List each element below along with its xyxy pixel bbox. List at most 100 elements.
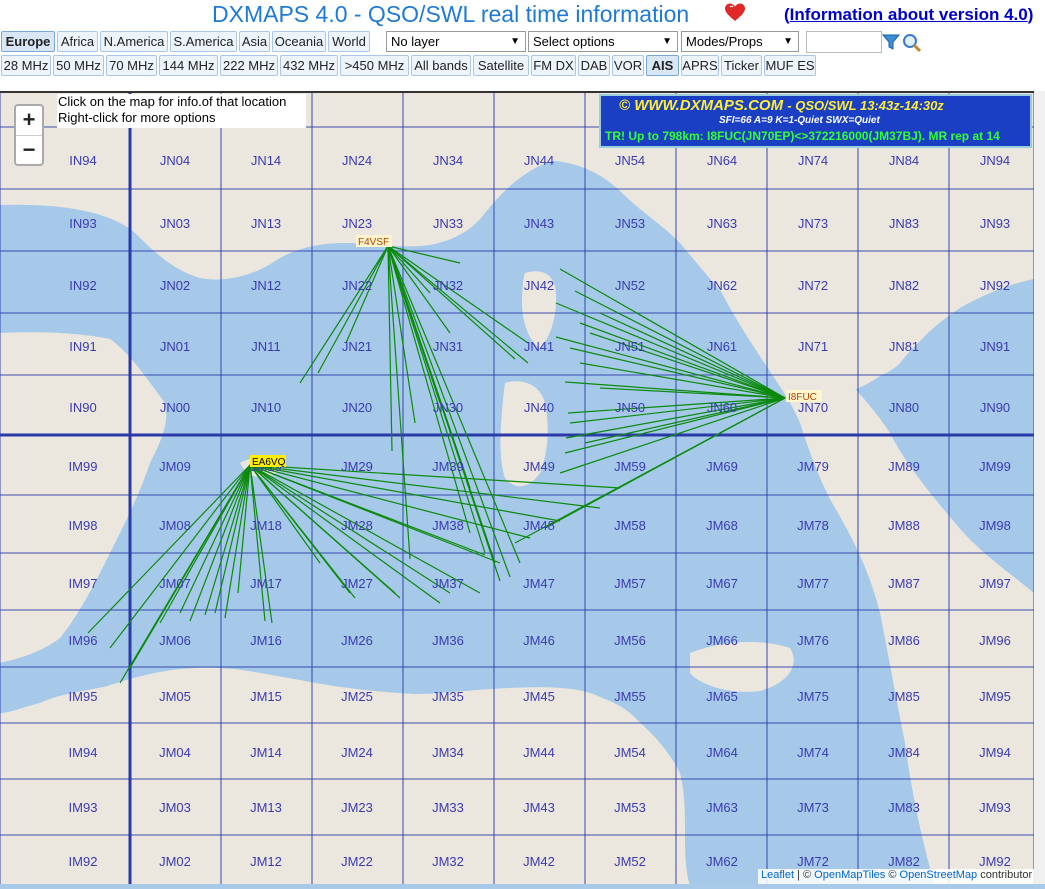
grid-label: JM42 (523, 854, 555, 869)
grid-label: JN53 (615, 216, 645, 231)
grid-label: JM17 (250, 576, 282, 591)
region-tab-south-america[interactable]: S.America (170, 31, 237, 52)
search-icon[interactable] (901, 32, 923, 54)
grid-label: JM09 (159, 459, 191, 474)
grid-label: JN73 (798, 216, 828, 231)
band-tab-222mhz[interactable]: 222 MHz (220, 55, 278, 76)
svg-text:I8FUC: I8FUC (788, 392, 817, 403)
zoom-in-button[interactable]: + (16, 106, 42, 136)
grid-label: JM02 (159, 854, 191, 869)
grid-label: JM04 (159, 745, 191, 760)
grid-label: JN30 (433, 400, 463, 415)
grid-label: JM82 (888, 854, 920, 869)
chevron-down-icon: ▼ (783, 36, 793, 47)
grid-label: JM48 (523, 518, 555, 533)
map-svg[interactable]: IN94 JN04 JN14 JN24 JN34 JN44 JN54 JN64 JN74 JN84… (0, 93, 1034, 886)
zoom-control: + − (14, 104, 44, 166)
grid-label: JN24 (342, 153, 372, 168)
grid-label: JM52 (614, 854, 646, 869)
grid-label: JM38 (432, 518, 464, 533)
grid-label: JN13 (251, 216, 281, 231)
page-scrollbar[interactable] (1034, 91, 1045, 884)
grid-label: IM93 (69, 800, 98, 815)
grid-label: JM32 (432, 854, 464, 869)
grid-label: JM23 (341, 800, 373, 815)
band-tab-aprs[interactable]: APRS (681, 55, 719, 76)
grid-label: IM95 (69, 689, 98, 704)
options-select[interactable]: Select options ▼ (528, 31, 678, 52)
grid-label: JM68 (706, 518, 738, 533)
callsign-search-input[interactable] (806, 31, 882, 53)
station-marker: EA6VQ (250, 455, 286, 468)
grid-label: JM85 (888, 689, 920, 704)
station-marker: F4VSF (356, 235, 392, 248)
grid-label: JN80 (889, 400, 919, 415)
grid-label: JN10 (251, 400, 281, 415)
title-row: DXMAPS 4.0 - QSO/SWL real time informati… (0, 0, 1045, 30)
map-canvas[interactable]: IN94 JN04 JN14 JN24 JN34 JN44 JN54 JN64 JN74 JN84… (0, 91, 1034, 886)
band-tab-all[interactable]: All bands (411, 55, 471, 76)
chevron-down-icon: ▼ (662, 36, 672, 47)
grid-label: IN91 (69, 339, 96, 354)
grid-label: IN90 (69, 400, 96, 415)
band-tab-ticker[interactable]: Ticker (721, 55, 762, 76)
heart-icon[interactable] (724, 2, 746, 24)
grid-label: JN00 (160, 400, 190, 415)
leaflet-link[interactable]: Leaflet (761, 869, 794, 881)
filter-icon[interactable] (881, 32, 901, 52)
openmaptiles-link[interactable]: OpenMapTiles (814, 869, 885, 881)
grid-label: JM47 (523, 576, 555, 591)
map-hint: Click on the map for info.of that locati… (57, 94, 306, 128)
dxmaps-banner: © WWW.DXMAPS.COM - QSO/SWL 13:43z-14:30z… (599, 94, 1032, 148)
grid-label: JN52 (615, 278, 645, 293)
band-tab-muf-es[interactable]: MUF ES (764, 55, 816, 76)
grid-label: JN51 (615, 339, 645, 354)
grid-label: JN14 (251, 153, 281, 168)
grid-label: JM27 (341, 576, 373, 591)
region-tab-world[interactable]: World (328, 31, 370, 52)
band-tab-satellite[interactable]: Satellite (473, 55, 529, 76)
modes-select[interactable]: Modes/Props ▼ (681, 31, 799, 52)
grid-label: JM03 (159, 800, 191, 815)
grid-label: JN63 (707, 216, 737, 231)
band-tab-vor[interactable]: VOR (612, 55, 644, 76)
layer-select[interactable]: No layer ▼ (386, 31, 526, 52)
bottom-strip (0, 884, 1045, 889)
banner-ticker: TR! Up to 798km: I8FUC(JN70EP)<>37221600… (605, 129, 1000, 143)
band-tab-50mhz[interactable]: 50 MHz (53, 55, 104, 76)
map-attribution: Leaflet | © OpenMapTiles © OpenStreetMap… (758, 869, 1036, 885)
grid-label: JN94 (980, 153, 1010, 168)
grid-label: JM13 (250, 800, 282, 815)
band-tab-dab[interactable]: DAB (578, 55, 610, 76)
band-tab-144mhz[interactable]: 144 MHz (159, 55, 218, 76)
region-tab-asia[interactable]: Asia (239, 31, 270, 52)
grid-label: JN83 (889, 216, 919, 231)
grid-label: JM98 (979, 518, 1011, 533)
zoom-out-button[interactable]: − (16, 136, 42, 165)
grid-label: JM73 (797, 800, 829, 815)
band-tab-28mhz[interactable]: 28 MHz (1, 55, 51, 76)
band-tab-ais[interactable]: AIS (646, 55, 679, 76)
grid-label: IM96 (69, 633, 98, 648)
band-tab-432mhz[interactable]: 432 MHz (280, 55, 338, 76)
region-tab-oceania[interactable]: Oceania (272, 31, 326, 52)
grid-label: JM44 (523, 745, 555, 760)
grid-label: JM89 (888, 459, 920, 474)
grid-label: JN12 (251, 278, 281, 293)
band-tab-450mhz[interactable]: >450 MHz (340, 55, 409, 76)
region-tab-europe[interactable]: Europe (1, 31, 55, 52)
grid-label: JM88 (888, 518, 920, 533)
grid-label: JN33 (433, 216, 463, 231)
openstreetmap-link[interactable]: OpenStreetMap (900, 869, 978, 881)
grid-label: JN81 (889, 339, 919, 354)
region-tab-africa[interactable]: Africa (57, 31, 98, 52)
grid-label: JM65 (706, 689, 738, 704)
grid-label: JM05 (159, 689, 191, 704)
region-tab-north-america[interactable]: N.America (100, 31, 168, 52)
version-info-link[interactable]: Information about version 4.0 (790, 5, 1028, 24)
grid-label: JN90 (980, 400, 1010, 415)
grid-label: JN44 (524, 153, 554, 168)
band-tab-70mhz[interactable]: 70 MHz (106, 55, 157, 76)
grid-label: IM98 (69, 518, 98, 533)
band-tab-fmdx[interactable]: FM DX (531, 55, 576, 76)
